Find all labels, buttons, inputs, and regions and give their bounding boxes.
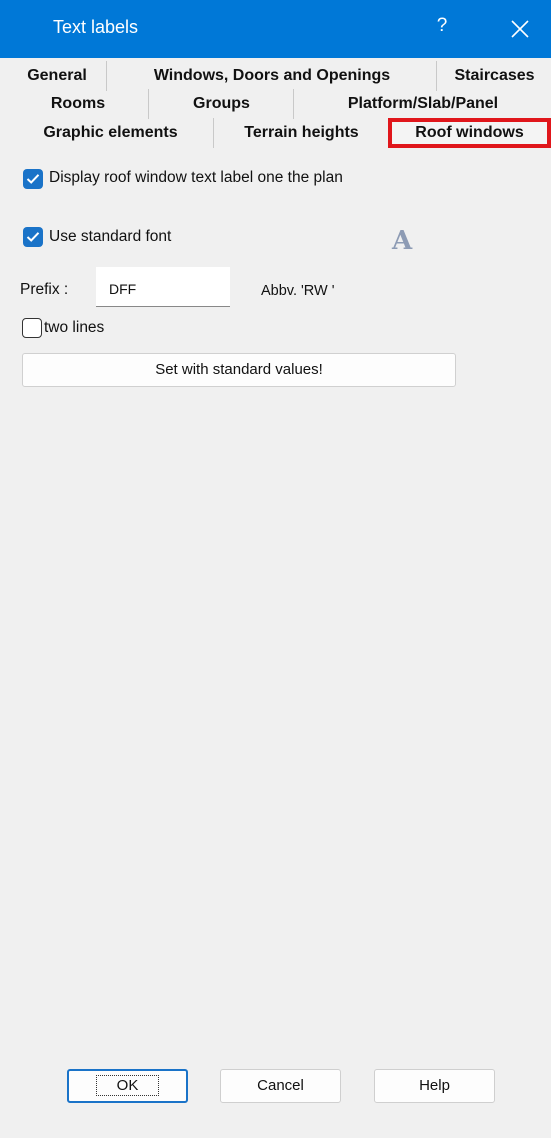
standard-font-checkbox[interactable]: [23, 227, 43, 247]
tab-terrain-heights[interactable]: Terrain heights: [213, 118, 389, 148]
tab-general[interactable]: General: [8, 61, 106, 91]
tab-row-1: General Windows, Doors and Openings Stai…: [8, 61, 551, 91]
checkmark-icon: [26, 174, 40, 184]
tab-staircases[interactable]: Staircases: [436, 61, 551, 91]
checkmark-icon: [26, 232, 40, 242]
tab-row-3: Graphic elements Terrain heights Roof wi…: [8, 118, 551, 148]
cancel-button[interactable]: Cancel: [220, 1069, 341, 1103]
tab-groups[interactable]: Groups: [148, 89, 294, 119]
tab-strip: General Windows, Doors and Openings Stai…: [8, 58, 551, 149]
display-label-checkbox[interactable]: [23, 169, 43, 189]
two-lines-label: two lines: [44, 319, 105, 336]
tab-rooms[interactable]: Rooms: [8, 89, 148, 119]
prefix-input[interactable]: [96, 267, 230, 307]
help-button[interactable]: Help: [374, 1069, 495, 1103]
prefix-label: Prefix :: [20, 281, 69, 298]
tab-roof-windows[interactable]: Roof windows: [388, 118, 551, 148]
set-standard-values-button[interactable]: Set with standard values!: [22, 353, 456, 387]
tab-row-2: Rooms Groups Platform/Slab/Panel: [8, 89, 551, 119]
title-bar: Text labels ?: [0, 0, 551, 58]
close-icon[interactable]: [505, 14, 535, 44]
help-icon[interactable]: ?: [432, 15, 452, 37]
display-label-text: Display roof window text label one the p…: [49, 169, 343, 186]
font-icon[interactable]: A: [392, 226, 412, 256]
standard-font-label: Use standard font: [49, 228, 172, 245]
tab-platform-slab-panel[interactable]: Platform/Slab/Panel: [293, 89, 551, 119]
ok-label: OK: [95, 1075, 160, 1096]
two-lines-checkbox[interactable]: [22, 318, 42, 338]
ok-button[interactable]: OK: [67, 1069, 188, 1103]
tab-windows-doors-openings[interactable]: Windows, Doors and Openings: [106, 61, 437, 91]
abbreviation-label: Abbv. 'RW ': [261, 283, 335, 299]
window-title: Text labels: [53, 17, 139, 37]
tab-graphic-elements[interactable]: Graphic elements: [8, 118, 213, 148]
